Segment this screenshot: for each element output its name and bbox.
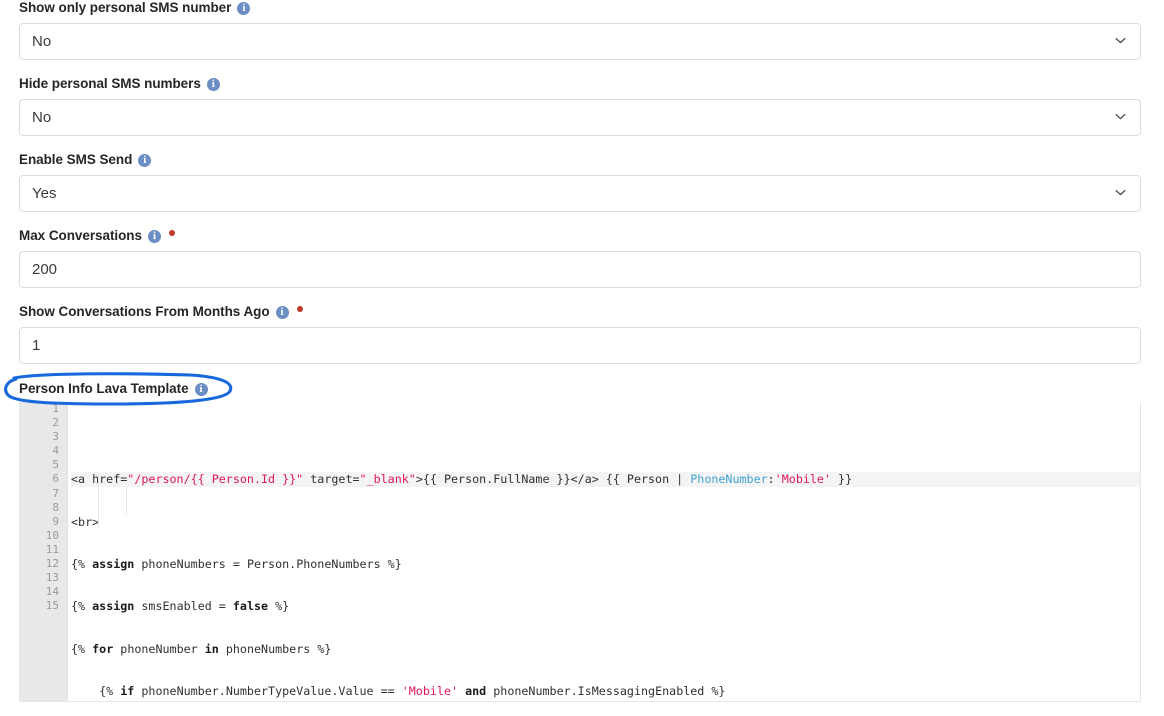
field-label: Hide personal SMS numbers	[19, 76, 1141, 92]
enable-sms-send-select[interactable]: Yes	[19, 175, 1141, 212]
info-icon[interactable]	[206, 77, 220, 91]
editor-code-content[interactable]: <a href="/person/{{ Person.Id }}" target…	[68, 402, 1140, 701]
select-value: Yes	[32, 185, 57, 202]
select-value: No	[32, 33, 52, 50]
field-label-text: Max Conversations	[19, 228, 142, 243]
required-indicator	[168, 230, 175, 236]
line-number: 2	[52, 416, 59, 430]
input-value: 1	[32, 337, 41, 354]
line-number: 9	[52, 514, 59, 528]
field-label: Person Info Lava Template	[19, 381, 208, 397]
line-number: 11	[45, 542, 59, 556]
line-number: 6	[52, 472, 59, 486]
chevron-down-icon[interactable]	[1115, 111, 1126, 122]
hide-personal-sms-numbers-select[interactable]: No	[19, 99, 1141, 136]
line-number: 3	[52, 430, 59, 444]
line-number: 10	[45, 528, 59, 542]
code-line: {% for phoneNumber in phoneNumbers %}	[71, 641, 332, 656]
required-indicator	[296, 306, 303, 312]
show-only-personal-sms-number-select[interactable]: No	[19, 23, 1141, 60]
line-number: 1	[52, 402, 59, 415]
line-number: 7	[52, 486, 59, 500]
field-label: Max Conversations	[19, 228, 1141, 244]
field-person-info-lava-template: Person Info Lava Template	[19, 381, 208, 397]
info-icon[interactable]	[237, 1, 251, 15]
indent-guide	[98, 472, 99, 529]
field-label-text: Show Conversations From Months Ago	[19, 304, 270, 319]
code-line: <a href="/person/{{ Person.Id }}" target…	[71, 472, 1140, 487]
field-label-text: Show only personal SMS number	[19, 0, 232, 15]
line-number: 12	[45, 557, 59, 571]
line-number: 13	[45, 571, 59, 585]
field-hide-personal-sms-numbers: Hide personal SMS numbers No	[19, 76, 1141, 136]
field-label: Enable SMS Send	[19, 152, 1141, 168]
show-conversations-from-months-ago-input[interactable]: 1	[19, 327, 1141, 364]
field-label: Show Conversations From Months Ago	[19, 304, 1141, 320]
field-label: Show only personal SMS number	[19, 0, 1141, 16]
line-number: 5	[52, 458, 59, 472]
code-line: {% if phoneNumber.NumberTypeValue.Value …	[71, 683, 726, 698]
editor-line-number-gutter: 1 2 3 4 5 6 7 8 9 10 11 12 13 14 15	[20, 402, 68, 701]
info-icon[interactable]	[138, 153, 152, 167]
field-label-text: Enable SMS Send	[19, 152, 133, 167]
line-number: 8	[52, 500, 59, 514]
field-show-conversations-from-months-ago: Show Conversations From Months Ago 1	[19, 304, 1141, 364]
code-line: {% assign smsEnabled = false %}	[71, 599, 290, 614]
indent-guide	[126, 486, 127, 515]
line-number: 4	[52, 444, 59, 458]
info-icon[interactable]	[275, 305, 289, 319]
field-label-text: Person Info Lava Template	[19, 381, 189, 396]
max-conversations-input[interactable]: 200	[19, 251, 1141, 288]
info-icon[interactable]	[147, 229, 161, 243]
field-enable-sms-send: Enable SMS Send Yes	[19, 152, 1141, 212]
chevron-down-icon[interactable]	[1115, 187, 1126, 198]
chevron-down-icon[interactable]	[1115, 35, 1126, 46]
code-line: <br>	[71, 514, 100, 529]
code-line: {% assign phoneNumbers = Person.PhoneNum…	[71, 557, 402, 572]
field-show-only-personal-sms-number: Show only personal SMS number No	[19, 0, 1141, 60]
line-number: 15	[45, 599, 59, 613]
field-max-conversations: Max Conversations 200	[19, 228, 1141, 288]
select-value: No	[32, 109, 52, 126]
line-number: 14	[45, 585, 59, 599]
info-icon[interactable]	[194, 382, 208, 396]
person-info-lava-template-editor[interactable]: 1 2 3 4 5 6 7 8 9 10 11 12 13 14 15 <a h…	[19, 402, 1141, 702]
input-value: 200	[32, 261, 58, 278]
field-label-text: Hide personal SMS numbers	[19, 76, 201, 91]
